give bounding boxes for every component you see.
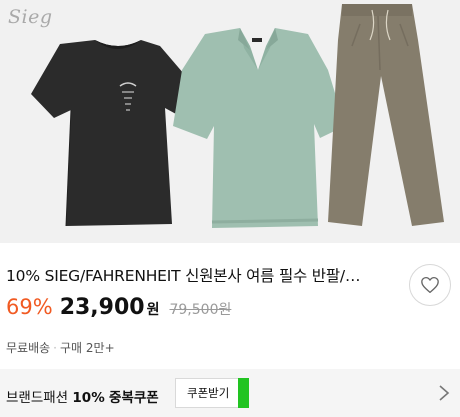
currency-unit: 원 [146,302,160,318]
coupon-bar[interactable]: 브랜드패션 10% 중복쿠폰 쿠폰받기 [0,369,460,417]
product-info: 10% SIEG/FAHRENHEIT 신원본사 여름 필수 반팔/… 69% … [0,243,460,369]
shipping-info: 무료배송 [6,341,51,355]
coupon-percent: 10% [72,390,105,406]
product-image[interactable]: Sieg [0,0,460,243]
product-meta: 무료배송 · 구매 2만+ [6,339,115,356]
brand-logo: Sieg [8,6,53,28]
chevron-right-icon[interactable] [438,384,450,402]
coupon-suffix: 중복쿠폰 [109,390,159,406]
wishlist-button[interactable] [409,264,451,306]
coupon-prefix: 브랜드패션 [6,390,69,406]
get-coupon-label: 쿠폰받기 [187,386,230,400]
purchase-count: 구매 2만+ [60,341,115,355]
product-title[interactable]: 10% SIEG/FAHRENHEIT 신원본사 여름 필수 반팔/… [6,264,401,286]
khaki-pants [328,4,444,226]
mint-polo-shirt [173,28,345,228]
heart-icon [421,276,439,294]
product-illustration [31,4,444,228]
sale-price: 23,900 [59,295,145,320]
black-tshirt [31,40,196,227]
price-row: 69% 23,900 원 79,500원 [6,295,231,320]
discount-rate: 69% [6,295,53,319]
original-price: 79,500원 [169,302,232,318]
get-coupon-button[interactable]: 쿠폰받기 [175,378,249,408]
coupon-text: 브랜드패션 10% 중복쿠폰 [6,386,159,406]
meta-separator: · [53,341,57,355]
coupon-accent-bar [238,378,249,408]
